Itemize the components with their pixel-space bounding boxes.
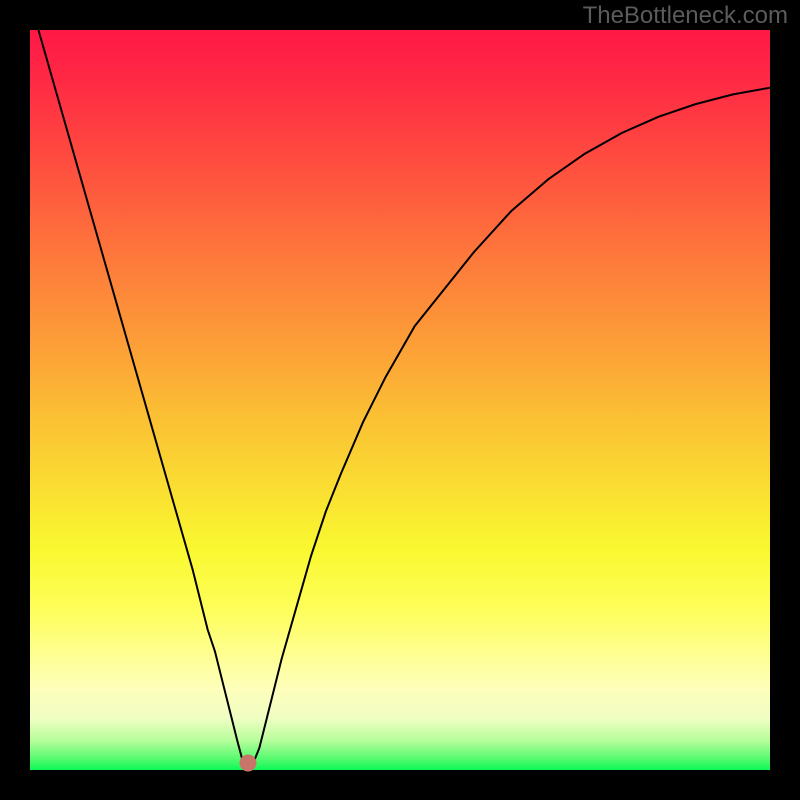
plot-area [30, 30, 770, 770]
watermark-text: TheBottleneck.com [583, 2, 788, 30]
curve-layer [30, 30, 770, 770]
minimum-marker-icon [240, 754, 257, 771]
chart-frame: TheBottleneck.com [0, 0, 800, 800]
